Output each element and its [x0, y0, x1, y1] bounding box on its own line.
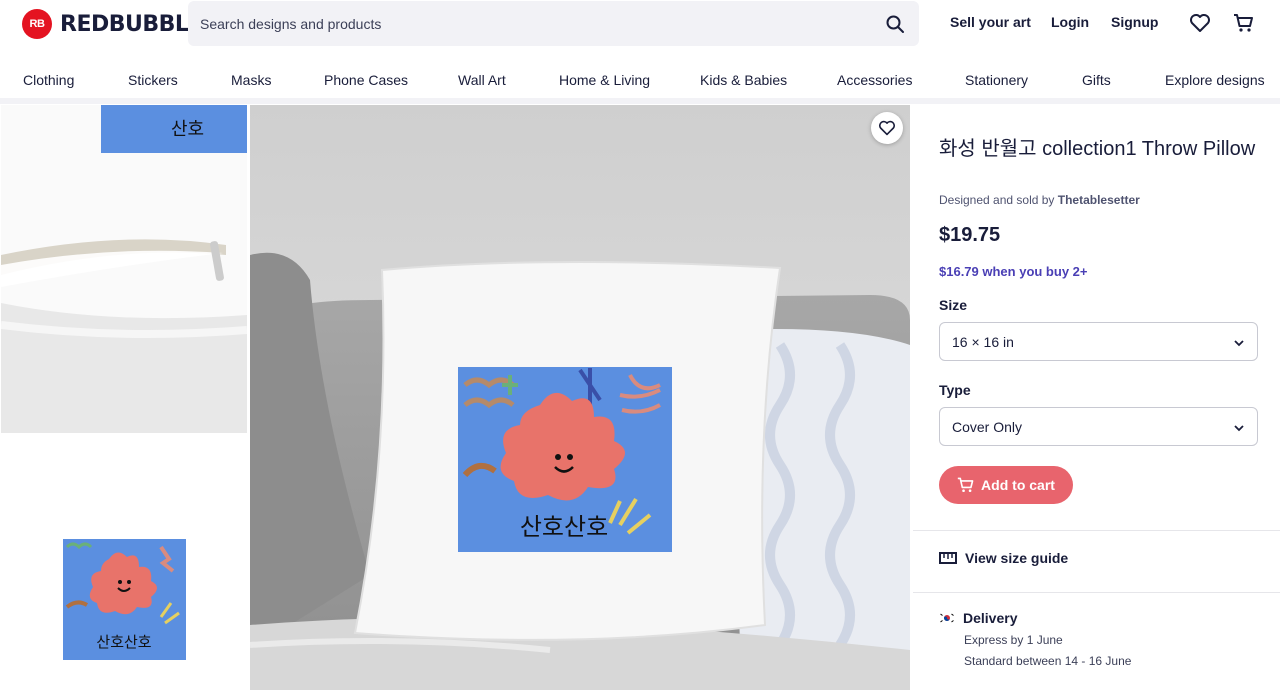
- size-value: 16 × 16 in: [952, 333, 1014, 350]
- nav-item-explore-designs[interactable]: Explore designs: [1165, 72, 1265, 88]
- signup-link[interactable]: Signup: [1111, 14, 1158, 30]
- section-divider: [913, 592, 1280, 593]
- chevron-down-icon: [1233, 334, 1245, 350]
- redbubble-logo[interactable]: RB REDBUBBLE: [22, 9, 203, 39]
- site-header: RB REDBUBBLE Sell your art Login Signup: [0, 0, 1280, 47]
- nav-item-gifts[interactable]: Gifts: [1082, 72, 1111, 88]
- thumbnail-artwork[interactable]: 산호산호: [1, 477, 247, 690]
- header-icons: [1188, 11, 1256, 35]
- product-details-panel: 화성 반월고 collection1 Throw Pillow Designed…: [913, 105, 1280, 690]
- add-to-cart-button[interactable]: Add to cart: [939, 466, 1073, 504]
- artwork-text-small: 산호산호: [96, 633, 151, 651]
- nav-item-masks[interactable]: Masks: [231, 72, 271, 88]
- sell-your-art-link[interactable]: Sell your art: [950, 14, 1031, 30]
- type-label: Type: [939, 382, 971, 398]
- search-input[interactable]: [200, 15, 883, 32]
- nav-item-home-living[interactable]: Home & Living: [559, 72, 650, 88]
- heart-icon[interactable]: [1188, 11, 1212, 35]
- korea-flag-icon: [939, 612, 955, 624]
- delivery-standard: Standard between 14 - 16 June: [964, 654, 1132, 668]
- category-nav: Clothing Stickers Masks Phone Cases Wall…: [0, 62, 1280, 98]
- chevron-down-icon: [1233, 419, 1245, 435]
- favorite-button[interactable]: [871, 112, 903, 144]
- nav-item-clothing[interactable]: Clothing: [23, 72, 74, 88]
- logo-badge: RB: [22, 9, 52, 39]
- heart-icon: [879, 120, 895, 136]
- nav-divider: [0, 98, 1280, 104]
- nav-item-stationery[interactable]: Stationery: [965, 72, 1028, 88]
- size-select[interactable]: 16 × 16 in: [939, 322, 1258, 361]
- add-to-cart-label: Add to cart: [981, 477, 1055, 493]
- product-gallery: 산호 산호산호 산호산호: [0, 105, 911, 690]
- nav-item-phone-cases[interactable]: Phone Cases: [324, 72, 408, 88]
- type-value: Cover Only: [952, 418, 1023, 435]
- delivery-title: Delivery: [963, 610, 1018, 626]
- size-guide-link[interactable]: View size guide: [939, 550, 1068, 566]
- nav-item-stickers[interactable]: Stickers: [128, 72, 178, 88]
- nav-item-kids-babies[interactable]: Kids & Babies: [700, 72, 787, 88]
- search-icon[interactable]: [883, 12, 907, 36]
- product-price: $19.75: [939, 224, 1001, 246]
- byline-prefix: Designed and sold by: [939, 193, 1055, 207]
- login-link[interactable]: Login: [1051, 14, 1089, 30]
- product-title: 화성 반월고 collection1 Throw Pillow: [939, 138, 1256, 160]
- cart-icon[interactable]: [1232, 11, 1256, 35]
- designer-byline: Designed and sold by Thetablesetter: [939, 193, 1140, 207]
- type-select[interactable]: Cover Only: [939, 407, 1258, 446]
- cart-plus-icon: [957, 477, 974, 493]
- ruler-icon: [939, 552, 957, 564]
- size-guide-label: View size guide: [965, 550, 1069, 566]
- nav-item-wall-art[interactable]: Wall Art: [458, 72, 506, 88]
- logo-text: REDBUBBLE: [60, 11, 203, 37]
- thumbnail-zipper[interactable]: 산호: [1, 105, 247, 433]
- section-divider: [913, 530, 1280, 531]
- search-bar: [188, 1, 919, 46]
- delivery-express: Express by 1 June: [964, 633, 1063, 647]
- nav-item-accessories[interactable]: Accessories: [837, 72, 912, 88]
- artwork-text-large: 산호산호: [520, 513, 608, 541]
- artist-link[interactable]: Thetablesetter: [1058, 193, 1140, 207]
- svg-text:산호: 산호: [171, 119, 204, 140]
- delivery-info: Delivery Express by 1 June Standard betw…: [939, 610, 1131, 668]
- main-product-image: 산호산호: [250, 105, 910, 690]
- size-label: Size: [939, 297, 968, 313]
- bulk-discount: $16.79 when you buy 2+: [939, 264, 1088, 279]
